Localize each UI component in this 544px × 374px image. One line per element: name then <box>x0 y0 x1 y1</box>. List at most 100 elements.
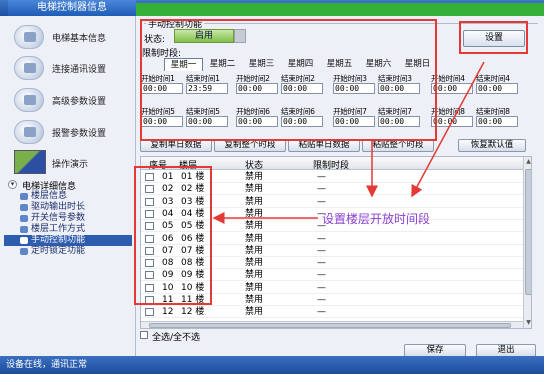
day-tabs: 星期一 星期二 星期三 星期四 星期五 星期六 星期日 <box>164 58 437 71</box>
tree-item-floor-info[interactable]: 楼层信息 <box>4 191 132 202</box>
scroll-down-icon[interactable]: ▼ <box>525 319 531 327</box>
demo-icon <box>14 150 46 174</box>
row-checkbox[interactable] <box>145 234 154 243</box>
copy-day-button[interactable]: 复制单日数据 <box>140 139 212 152</box>
cell-floor: 06 楼 <box>181 233 205 244</box>
time-input[interactable]: 00:00 <box>476 116 518 127</box>
time-input[interactable]: 00:00 <box>141 116 183 127</box>
cell-state: 禁用 <box>245 307 264 318</box>
cell-state: 禁用 <box>245 258 264 269</box>
tree-item-drive-output[interactable]: 驱动输出时长 <box>4 202 132 213</box>
cell-floor: 12 楼 <box>181 307 205 318</box>
cell-no: 06 <box>162 233 174 244</box>
time-input[interactable]: 00:00 <box>431 83 473 94</box>
state-toggle[interactable]: 启用 <box>174 29 234 43</box>
period-end-3: 结束时间3 00:00 <box>378 73 423 94</box>
table-row[interactable]: 10 10 楼 禁用 — <box>141 282 523 294</box>
tab-monday[interactable]: 星期一 <box>164 58 203 71</box>
table-row[interactable]: 02 02 楼 禁用 — <box>141 183 523 196</box>
time-input[interactable]: 00:00 <box>333 83 375 94</box>
table-row[interactable]: 01 01 楼 禁用 — <box>141 171 523 183</box>
row-checkbox[interactable] <box>145 271 154 280</box>
row-checkbox[interactable] <box>145 173 154 181</box>
sidebar-item-advanced[interactable]: 高级参数设置 <box>0 85 136 115</box>
select-all-checkbox[interactable] <box>140 331 148 339</box>
sidebar-item-device-info[interactable]: 电梯基本信息 <box>0 22 136 52</box>
scroll-thumb[interactable] <box>149 323 511 328</box>
row-checkbox[interactable] <box>145 197 154 206</box>
tree-item-timed-lock[interactable]: 定时锁定功能 <box>4 246 132 257</box>
cell-no: 02 <box>162 184 174 195</box>
sidebar-item-alarm[interactable]: 报警参数设置 <box>0 117 136 147</box>
row-checkbox[interactable] <box>145 308 154 317</box>
table-row[interactable]: 03 03 楼 禁用 — <box>141 196 523 208</box>
time-input[interactable]: 00:00 <box>333 116 375 127</box>
column-header-no[interactable]: 序号 <box>149 158 167 171</box>
table-row[interactable]: 07 07 楼 禁用 — <box>141 245 523 257</box>
cell-no: 07 <box>162 245 174 256</box>
scroll-up-icon[interactable]: ▲ <box>525 158 531 166</box>
row-checkbox[interactable] <box>145 296 154 304</box>
period-label: 结束时间3 <box>378 74 412 83</box>
tree-root-detail[interactable]: ▾ 电梯详细信息 <box>4 179 132 192</box>
sidebar-item-connection[interactable]: 连接通讯设置 <box>0 53 136 83</box>
cell-floor: 09 楼 <box>181 270 205 281</box>
tree-item-manual-control[interactable]: 手动控制功能 <box>4 235 132 246</box>
vertical-scrollbar[interactable]: ▲ ▼ <box>523 157 531 328</box>
node-icon <box>20 215 28 222</box>
table-row[interactable]: 08 08 楼 禁用 — <box>141 257 523 270</box>
sidebar-item-demo[interactable]: 操作演示 <box>0 148 136 178</box>
row-checkbox[interactable] <box>145 259 154 268</box>
paste-day-button[interactable]: 粘贴单日数据 <box>288 139 360 152</box>
tab-tuesday[interactable]: 星期二 <box>203 58 242 71</box>
time-input[interactable]: 00:00 <box>281 83 323 94</box>
floor-table: 序号 楼层 状态 限制时段 01 01 楼禁用 —02 02 楼禁用 —03 03 楼禁用… <box>140 156 532 329</box>
horizontal-scrollbar[interactable] <box>141 321 523 328</box>
time-input[interactable]: 00:00 <box>236 83 278 94</box>
time-input[interactable]: 00:00 <box>476 83 518 94</box>
alarm-icon <box>14 120 44 144</box>
time-input[interactable]: 00:00 <box>378 116 420 127</box>
column-header-limit[interactable]: 限制时段 <box>313 158 349 171</box>
copy-period-button[interactable]: 复制整个时段 <box>214 139 286 152</box>
tree-item-switch-signal[interactable]: 开关信号参数 <box>4 213 132 224</box>
restore-default-button[interactable]: 恢复默认值 <box>458 139 526 152</box>
table-row[interactable]: 09 09 楼 禁用 — <box>141 269 523 282</box>
state-toggle-off[interactable] <box>234 29 246 43</box>
column-header-state[interactable]: 状态 <box>245 158 263 171</box>
sidebar-item-label: 高级参数设置 <box>52 97 107 107</box>
tab-friday[interactable]: 星期五 <box>320 58 359 71</box>
row-checkbox[interactable] <box>145 222 154 231</box>
tab-sunday[interactable]: 星期日 <box>398 58 437 71</box>
time-input[interactable]: 00:00 <box>431 116 473 127</box>
cell-state: 禁用 <box>245 196 264 207</box>
tab-wednesday[interactable]: 星期三 <box>242 58 281 71</box>
period-label: 结束时间5 <box>186 107 220 116</box>
row-checkbox[interactable] <box>145 246 154 255</box>
table-row[interactable]: 12 12 楼 禁用 — <box>141 306 523 319</box>
cell-state: 禁用 <box>245 245 264 256</box>
row-checkbox[interactable] <box>145 185 154 194</box>
time-input[interactable]: 00:00 <box>378 83 420 94</box>
device-info-icon <box>14 25 44 49</box>
table-row[interactable]: 06 06 楼 禁用 — <box>141 233 523 245</box>
time-input[interactable]: 00:00 <box>281 116 323 127</box>
paste-period-button[interactable]: 粘贴整个时段 <box>362 139 434 152</box>
select-all-label: 全选/全不选 <box>152 333 201 343</box>
node-icon <box>20 193 28 200</box>
time-input[interactable]: 00:00 <box>141 83 183 94</box>
row-checkbox[interactable] <box>145 209 154 218</box>
time-input[interactable]: 00:00 <box>236 116 278 127</box>
collapse-icon[interactable]: ▾ <box>8 180 17 189</box>
tab-thursday[interactable]: 星期四 <box>281 58 320 71</box>
time-input[interactable]: 00:00 <box>186 116 228 127</box>
scroll-thumb[interactable] <box>525 169 531 295</box>
tab-saturday[interactable]: 星期六 <box>359 58 398 71</box>
column-header-floor[interactable]: 楼层 <box>179 158 197 171</box>
time-input[interactable]: 23:59 <box>186 83 228 94</box>
tree-item-floor-mode[interactable]: 楼层工作方式 <box>4 224 132 235</box>
cell-floor: 03 楼 <box>181 196 205 207</box>
set-button[interactable]: 设置 <box>463 30 525 47</box>
row-checkbox[interactable] <box>145 283 154 292</box>
table-row[interactable]: 11 11 楼 禁用 — <box>141 294 523 306</box>
